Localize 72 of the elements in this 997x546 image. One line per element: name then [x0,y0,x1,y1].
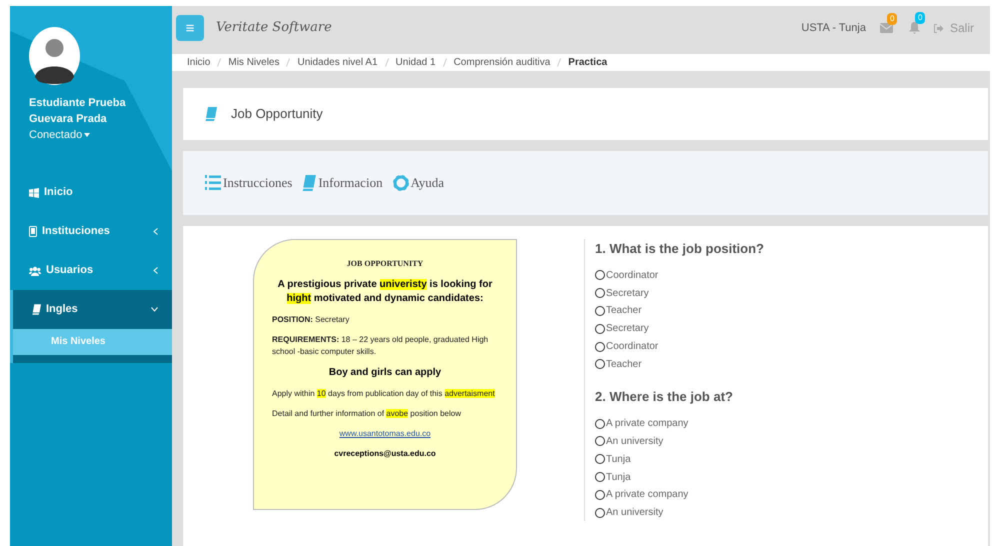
radio-option[interactable]: Secretary [595,320,764,338]
brand-name: Veritate Software [216,19,332,38]
book-icon [32,304,41,315]
slash-separator-icon [384,58,389,67]
radio-option[interactable]: An university [595,504,764,522]
status-dropdown[interactable]: Conectado [29,127,172,143]
radio-option[interactable]: Coordinator [595,266,764,284]
radio-button[interactable] [595,490,605,500]
radio-button[interactable] [595,324,605,334]
breadcrumb-item[interactable]: Inicio [187,55,210,70]
slash-separator-icon [217,58,222,67]
toolbar-link[interactable]: Informacion [302,173,383,193]
radio-option[interactable]: Tunja [595,450,764,468]
radio-option[interactable]: An university [595,432,764,450]
tablet-icon [29,226,37,237]
location-label: USTA - Tunja [801,20,866,36]
slash-separator-icon [557,58,562,67]
windows-icon [29,188,39,198]
radio-option[interactable]: A private company [595,414,764,433]
user-name: Estudiante Prueba [29,96,127,111]
slash-separator-icon [286,58,290,67]
radio-button[interactable] [595,270,605,280]
logout-icon [934,24,944,32]
radio-button[interactable] [595,288,605,298]
radio-option[interactable]: A private company [595,486,764,504]
ad-text: Apply within 10 days from publication day of this advertaisment [272,388,496,400]
radio-button[interactable] [595,418,605,429]
book-icon [205,107,217,121]
radio-option[interactable]: Secretary [595,284,764,302]
radio-button[interactable] [595,436,605,446]
ad-heading: JOB OPPORTUNITY [346,258,424,270]
book-icon [302,175,316,191]
ad-text: POSITION: Secretary [272,314,350,326]
toolbar-link[interactable]: Instrucciones [205,173,292,193]
breadcrumb-item[interactable]: Unidades nivel A1 [297,55,378,70]
lifebuoy-icon [392,175,409,191]
sidebar-item[interactable]: Instituciones [10,212,172,251]
radio-button[interactable] [595,472,605,482]
ad-text: REQUIREMENTS: 18 – 22 years old people, graduated High school -basic computer skills. [272,334,490,358]
radio-button[interactable] [595,359,605,370]
toolbar-link[interactable]: Ayuda [392,173,444,193]
count-badge: 0 [886,13,898,25]
question-text: 2. Where is the job at? [595,388,734,406]
question-text: 1. What is the job position? [595,240,764,258]
sidebar-item[interactable]: Inicio [10,173,172,212]
email-address: cvreceptions@usta.edu.co [333,448,437,460]
breadcrumb-item[interactable]: Unidad 1 [396,55,436,70]
count-badge: 0 [914,12,926,24]
user-name: Guevara Prada [29,112,108,127]
breadcrumb-item[interactable]: Comprensión auditiva [454,55,550,70]
caret-icon [84,133,90,137]
radio-option[interactable]: Teacher [595,302,764,320]
ad-headline: Boy and girls can apply [328,366,442,380]
radio-button[interactable] [595,508,605,518]
numbered-list-icon [205,174,221,192]
radio-button[interactable] [595,342,605,352]
radio-option[interactable]: Teacher [595,355,764,374]
radio-option[interactable]: Coordinator [595,338,764,356]
slash-separator-icon [442,58,447,67]
ad-text: Detail and further information of avobe position below [272,408,462,420]
users-icon [29,266,41,276]
radio-option[interactable]: Tunja [595,468,764,486]
ad-headline: A prestigious private univeristy is looking for hight motivated and dynamic candidates: [276,278,494,306]
sidebar-item[interactable]: Ingles [10,290,172,329]
sidebar-item[interactable]: Usuarios [10,251,172,290]
avatar-silhouette [29,27,80,85]
page-title: Job Opportunity [231,105,323,124]
radio-button[interactable] [595,306,605,316]
breadcrumb-item: Practica [568,56,608,70]
website-link[interactable]: www.usantotomas.edu.co [272,428,498,440]
radio-button[interactable] [595,454,605,464]
breadcrumb-item[interactable]: Mis Niveles [228,55,280,70]
